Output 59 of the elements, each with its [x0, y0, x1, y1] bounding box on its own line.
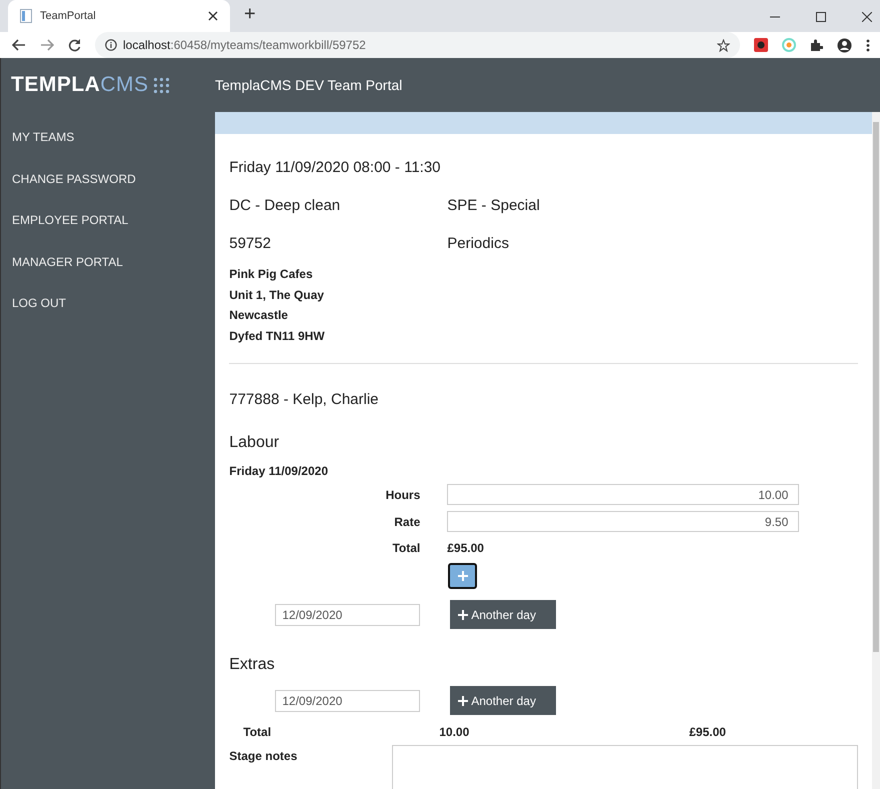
page-icon [20, 9, 32, 23]
sidebar-item[interactable]: LOG OUT [1, 296, 216, 338]
number-field[interactable]: 10.00 [447, 484, 800, 505]
date-field[interactable]: 12/09/2020 [275, 604, 420, 626]
close-icon[interactable] [208, 11, 218, 21]
number-field[interactable]: 9.50 [447, 511, 800, 532]
job-type: Periodics [447, 235, 509, 252]
job-number: 59752 [229, 235, 272, 252]
notes-label: Stage notes [229, 749, 298, 765]
total-hours: 10.00 [439, 725, 470, 739]
sidebar-item[interactable]: MANAGER PORTAL [1, 254, 216, 296]
plus-icon [458, 696, 468, 706]
service-text: DC - Deep clean [229, 197, 342, 214]
section-heading: Extras [229, 656, 276, 674]
scrollbar[interactable] [872, 112, 880, 789]
sidebar-item[interactable]: EMPLOYEE PORTAL [1, 213, 216, 254]
dots-icon [152, 76, 170, 94]
date-field[interactable]: 12/09/2020 [275, 690, 420, 712]
sidebar-item[interactable]: CHANGE PASSWORD [1, 172, 216, 213]
address-line: Unit 1, The Quay [229, 286, 325, 304]
employee-name: 777888 - Kelp, Charlie [229, 391, 380, 408]
url-text: localhost:60458/myteams/teamworkbill/59752 [123, 38, 367, 52]
browser-tab[interactable]: TeamPortal [8, 0, 230, 32]
back-icon[interactable] [12, 39, 26, 51]
address-field[interactable]: localhost:60458/myteams/teamworkbill/59752 [95, 32, 740, 58]
logo-text: TEMPLACMS [11, 73, 148, 97]
info-icon [105, 39, 117, 51]
total-value: £95.00 [447, 541, 484, 555]
maximize-icon[interactable] [816, 12, 826, 22]
add-button[interactable] [448, 563, 478, 589]
total-label: Total [242, 725, 272, 739]
extension-icon[interactable] [754, 38, 768, 52]
section-heading: Labour [229, 434, 280, 452]
tab-title: TeamPortal [40, 10, 97, 22]
field-label: Rate [393, 514, 420, 528]
forward-icon[interactable] [40, 39, 54, 51]
another-day-button[interactable]: Another day [450, 600, 556, 629]
star-icon[interactable] [717, 38, 730, 52]
address-line: Pink Pig Cafes [229, 266, 314, 283]
address-line: Newcastle [229, 307, 289, 324]
plus-icon [458, 610, 468, 620]
profile-icon[interactable] [837, 38, 852, 52]
category-text: SPE - Special [447, 197, 540, 214]
total-label: Total [391, 541, 420, 555]
plus-icon [458, 571, 468, 581]
total-amount: £95.00 [689, 725, 726, 739]
field-label: Hours [384, 488, 420, 502]
another-day-button[interactable]: Another day [450, 686, 556, 715]
job-title: Friday 11/09/2020 08:00 - 11:30 [229, 159, 442, 176]
puzzle-icon[interactable] [810, 38, 823, 52]
notes-field[interactable] [392, 745, 858, 789]
sidebar-item[interactable]: MY TEAMS [1, 130, 216, 172]
close-icon[interactable] [862, 12, 872, 22]
portal-title: TemplaCMS DEV Team Portal [215, 77, 402, 93]
more-icon[interactable] [866, 38, 870, 52]
day-label: Friday 11/09/2020 [229, 464, 329, 478]
address-line: Dyfed TN11 9HW [229, 328, 326, 344]
reload-icon[interactable] [68, 38, 81, 52]
new-tab-button[interactable]: + [244, 3, 256, 26]
